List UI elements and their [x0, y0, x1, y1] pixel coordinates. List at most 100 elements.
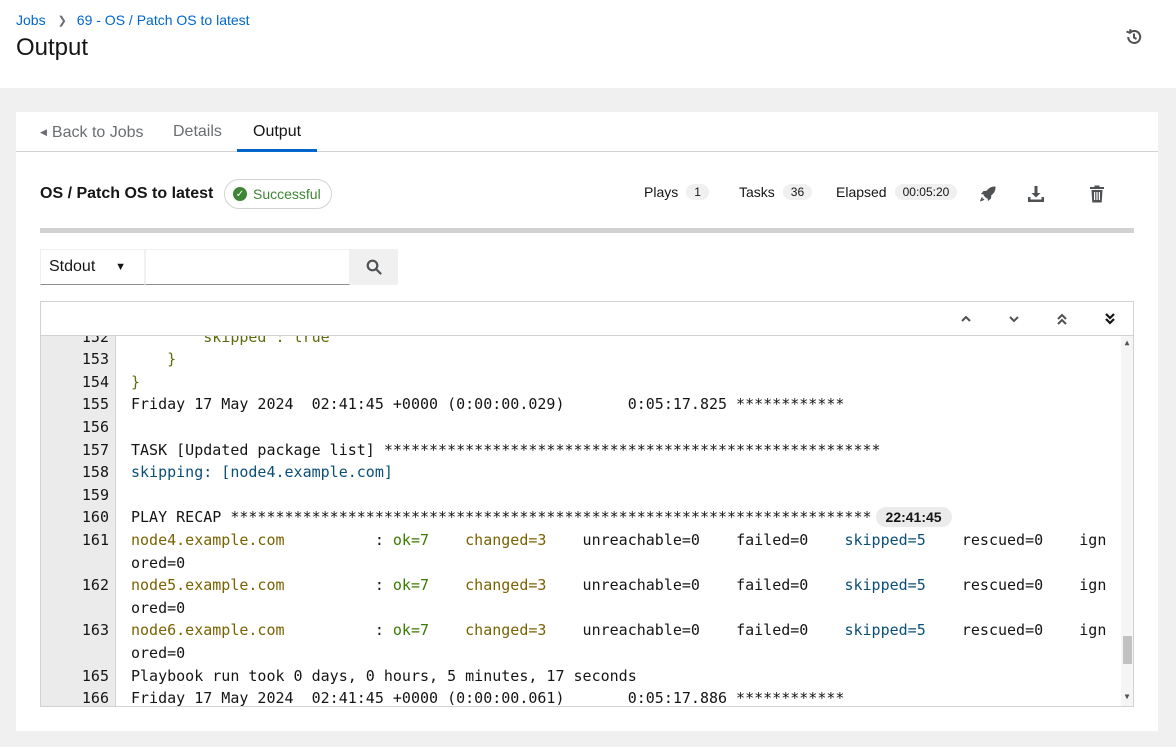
line-number: 152: [81, 336, 109, 346]
output-line: ored=0: [41, 642, 1121, 665]
line-segment: changed=3: [465, 576, 547, 595]
line-segment: node4.example.com: [131, 530, 285, 549]
angle-double-down-icon[interactable]: [1098, 308, 1122, 330]
angle-double-up-icon[interactable]: [1050, 308, 1074, 330]
job-name: OS / Patch OS to latest: [40, 185, 214, 202]
line-number: 165: [81, 666, 109, 685]
job-output-card: ◀ Back to Jobs Details Output OS / Patch …: [16, 112, 1158, 731]
output-line: ored=0: [41, 597, 1121, 620]
caret-left-icon: ◀: [40, 127, 47, 137]
line-text: }: [131, 348, 176, 371]
scroll-up-arrow-icon[interactable]: ▲: [1121, 338, 1133, 350]
job-progress-bar: [40, 228, 1134, 233]
line-text: }: [131, 371, 140, 394]
tab-back-to-jobs[interactable]: ◀ Back to Jobs: [24, 112, 160, 152]
caret-down-icon: ▼: [115, 261, 126, 273]
breadcrumb: Jobs ❯ 69 - OS / Patch OS to latest: [16, 12, 250, 28]
line-segment: ok=7: [392, 576, 430, 595]
line-text: TASK [Updated package list] ************…: [131, 439, 881, 462]
plays-stat: Plays 1: [644, 184, 709, 200]
line-segment: Friday 17 May 2024 02:41:45 +0000 (0:00:…: [131, 689, 845, 706]
line-text: ored=0: [131, 642, 185, 665]
line-number: 163: [81, 621, 109, 640]
event-timestamp-badge: 22:41:45: [875, 507, 952, 528]
line-text: node4.example.com : ok=7 changed=3 unrea…: [131, 529, 1106, 552]
search-icon[interactable]: [350, 249, 398, 285]
search-type-select[interactable]: Stdout ▼: [40, 249, 145, 285]
job-output-panel: 152 skipped : true 153 } 154} 155 Friday 17 …: [40, 301, 1134, 707]
output-line: 161 node4.example.com : ok=7 changed=3 un…: [41, 529, 1121, 552]
line-segment: unreachable=0 failed=0: [546, 530, 845, 549]
search-input[interactable]: [145, 249, 350, 285]
output-line: ored=0: [41, 552, 1121, 575]
elapsed-label: Elapsed: [836, 184, 887, 200]
chevron-right-icon: ❯: [57, 14, 67, 27]
line-segment: skipped=5: [844, 530, 926, 549]
line-number: 162: [81, 576, 109, 595]
line-number: 160: [81, 508, 109, 527]
tab-back-to-jobs-label: Back to Jobs: [51, 124, 144, 141]
output-line: 159: [41, 484, 1121, 507]
line-segment: ored=0: [131, 643, 186, 662]
line-segment: TASK [Updated package list] ************…: [131, 440, 881, 459]
line-number: 161: [81, 530, 109, 549]
scroll-down-arrow-icon[interactable]: ▼: [1121, 692, 1133, 704]
output-line: 162 node5.example.com : ok=7 changed=3 un…: [41, 574, 1121, 597]
output-line: 155 Friday 17 May 2024 02:41:45 +0000 (0:…: [41, 393, 1121, 416]
output-line: 156: [41, 416, 1121, 439]
line-segment: Friday 17 May 2024 02:41:45 +0000 (0:00:…: [131, 395, 845, 414]
line-number: 154: [81, 372, 109, 391]
output-scrollbar[interactable]: ▲ ▼: [1121, 336, 1133, 706]
line-text: ored=0: [131, 597, 185, 620]
rocket-icon[interactable]: [976, 182, 1000, 206]
tasks-label: Tasks: [739, 184, 775, 200]
line-segment: }: [131, 372, 141, 391]
line-segment: [429, 531, 465, 549]
scrollbar-thumb[interactable]: [1123, 636, 1132, 664]
line-segment: unreachable=0 failed=0: [546, 621, 845, 640]
plays-label: Plays: [644, 184, 679, 200]
line-segment: [429, 621, 465, 639]
line-segment: :: [284, 576, 393, 595]
line-segment: ored=0: [131, 598, 186, 617]
output-line: 157 TASK [Updated package list] *********…: [41, 439, 1121, 462]
angle-down-icon[interactable]: [1002, 308, 1026, 330]
angle-up-icon[interactable]: [954, 308, 978, 330]
trash-icon[interactable]: [1085, 182, 1109, 206]
page-title: Output: [16, 34, 89, 61]
download-icon[interactable]: [1024, 182, 1048, 206]
breadcrumb-current-link[interactable]: 69 - OS / Patch OS to latest: [77, 12, 250, 28]
line-segment: unreachable=0 failed=0: [546, 576, 845, 595]
line-segment: rescued=0 ign: [925, 530, 1107, 549]
output-line: 158 skipping: [node4.example.com]: [41, 461, 1121, 484]
status-badge: ✓ Successful: [224, 179, 332, 209]
line-segment: ored=0: [131, 553, 186, 572]
line-text: ored=0: [131, 552, 185, 575]
breadcrumb-jobs-link[interactable]: Jobs: [16, 12, 46, 28]
line-text: PLAY RECAP *****************************…: [131, 506, 952, 529]
line-text: skipped : true: [131, 336, 329, 348]
line-text: node5.example.com : ok=7 changed=3 unrea…: [131, 574, 1106, 597]
output-line: 153 }: [41, 348, 1121, 371]
line-segment: }: [131, 350, 177, 369]
line-segment: :: [284, 621, 393, 640]
line-segment: changed=3: [465, 530, 547, 549]
output-toolbar: [41, 302, 1133, 336]
line-number: 155: [81, 395, 109, 414]
line-number: 166: [81, 689, 109, 706]
tab-output[interactable]: Output: [237, 112, 318, 152]
line-text: Friday 17 May 2024 02:41:45 +0000 (0:00:…: [131, 687, 844, 706]
output-line: 163 node6.example.com : ok=7 changed=3 un…: [41, 619, 1121, 642]
search-row: Stdout ▼: [40, 249, 398, 285]
output-line: 165 Playbook run took 0 days, 0 hours, 5 …: [41, 665, 1121, 688]
line-segment: rescued=0 ign: [925, 576, 1107, 595]
line-text: Playbook run took 0 days, 0 hours, 5 min…: [131, 665, 637, 688]
line-number: 153: [81, 350, 109, 369]
line-number: 159: [81, 485, 109, 504]
line-number: 158: [81, 463, 109, 482]
history-icon[interactable]: [1122, 25, 1146, 49]
line-segment: changed=3: [465, 621, 547, 640]
search-type-label: Stdout: [49, 258, 96, 275]
tab-details[interactable]: Details: [157, 112, 238, 152]
line-segment: ok=7: [392, 621, 430, 640]
